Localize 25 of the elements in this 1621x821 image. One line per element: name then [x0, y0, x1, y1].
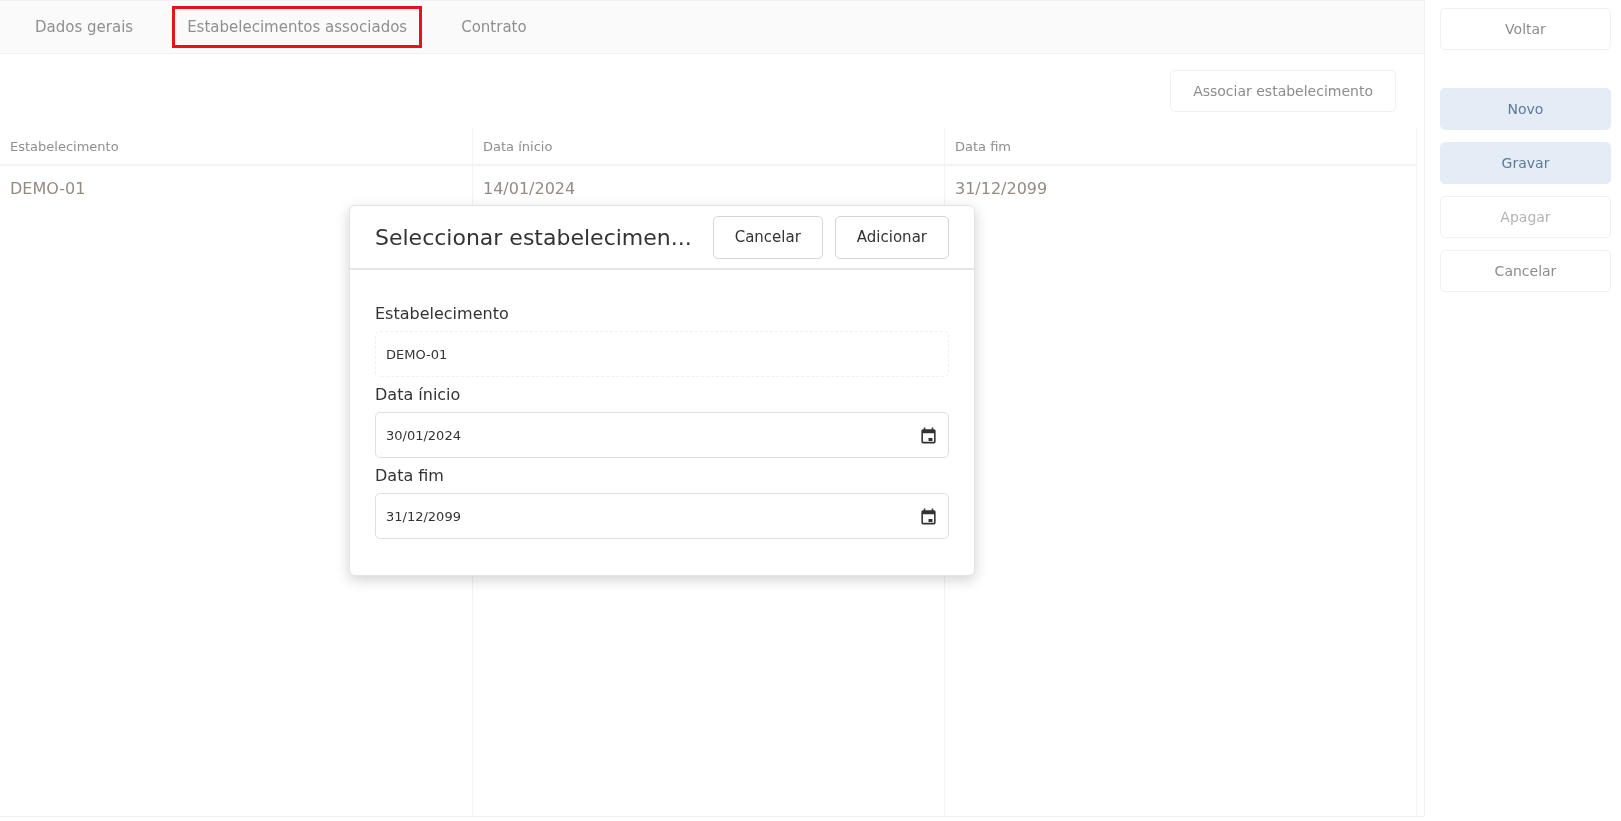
field-label: Estabelecimento	[375, 304, 510, 323]
date-input[interactable]: 30/01/2024	[386, 427, 919, 443]
field-label: Data ínicio	[375, 385, 462, 404]
date-input[interactable]: 31/12/2099	[386, 508, 919, 524]
sidebar-button[interactable]: Voltar	[1440, 8, 1611, 50]
date-field[interactable]: 31/12/2099	[375, 493, 949, 539]
column-header: Data fim	[945, 128, 1417, 166]
tab[interactable]: Estabelecimentos associados	[172, 6, 423, 48]
tab[interactable]: Contrato	[446, 6, 542, 48]
dialog-title: Seleccionar estabelecimen...	[375, 224, 693, 250]
text-field[interactable]: DEMO-01	[375, 331, 949, 377]
tab[interactable]: Dados gerais	[20, 6, 149, 48]
sidebar-button[interactable]: Gravar	[1440, 142, 1611, 184]
field-label: Data fim	[375, 466, 445, 485]
date-field[interactable]: 30/01/2024	[375, 412, 949, 458]
sidebar-button[interactable]: Novo	[1440, 88, 1611, 130]
dialog-button[interactable]: Adicionar	[834, 215, 949, 259]
dialog-button[interactable]: Cancelar	[712, 215, 823, 259]
column-header: Estabelecimento	[0, 128, 473, 166]
calendar-icon[interactable]	[919, 506, 938, 526]
column-header: Data ínicio	[473, 128, 945, 166]
text-input[interactable]: DEMO-01	[386, 346, 938, 362]
associate-button[interactable]: Associar estabelecimento	[1170, 70, 1396, 112]
calendar-icon[interactable]	[919, 425, 938, 445]
sidebar-button[interactable]: Cancelar	[1440, 250, 1611, 292]
